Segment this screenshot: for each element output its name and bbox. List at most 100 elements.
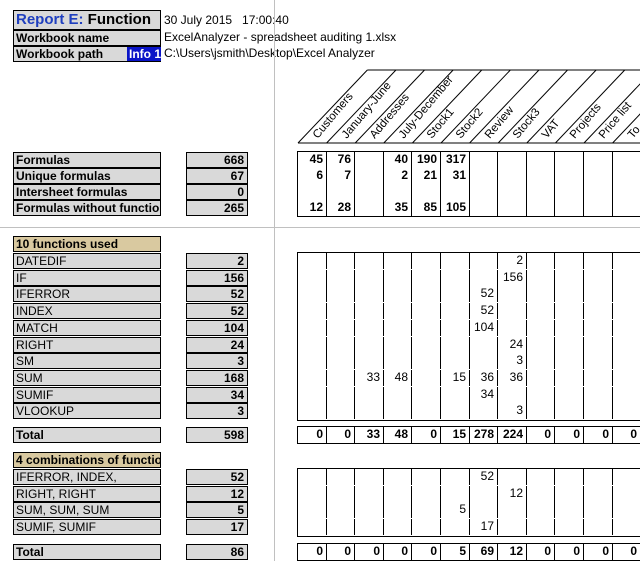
function-row-cell[interactable]: 52: [470, 286, 498, 303]
function-row-cell[interactable]: 34: [470, 386, 498, 403]
function-row-cell[interactable]: [584, 353, 613, 370]
combo-row-cell[interactable]: [384, 519, 412, 536]
function-row-cell[interactable]: [613, 337, 640, 353]
combo-row-cell[interactable]: 5: [441, 502, 470, 519]
functions-total-row-cell[interactable]: 224: [498, 427, 527, 443]
function-row-cell[interactable]: [613, 370, 640, 386]
summary-row-cell[interactable]: 317: [441, 152, 470, 168]
combo-row-cell[interactable]: [441, 469, 470, 485]
function-row-cell[interactable]: [527, 253, 555, 269]
combo-row-cell[interactable]: [498, 519, 527, 536]
combo-row-cell[interactable]: [355, 519, 384, 536]
function-row-cell[interactable]: [470, 336, 498, 353]
summary-row-cell[interactable]: [355, 200, 384, 216]
summary-row-cell[interactable]: 21: [412, 168, 441, 184]
summary-row-cell[interactable]: [527, 200, 555, 216]
function-row-cell[interactable]: [355, 303, 384, 320]
summary-row-cell[interactable]: [613, 168, 640, 184]
summary-row-cell[interactable]: [470, 184, 498, 200]
summary-row-cell[interactable]: [527, 168, 555, 184]
combo-row-cell[interactable]: [555, 519, 584, 536]
summary-row-cell[interactable]: [498, 184, 527, 200]
function-row-cell[interactable]: [412, 386, 441, 403]
function-row-cell[interactable]: 24: [498, 336, 527, 353]
combo-row-cell[interactable]: [470, 485, 498, 502]
combo-row-cell[interactable]: [384, 469, 412, 485]
functions-total-row-cell[interactable]: 0: [584, 427, 613, 443]
combos-total-row-cell[interactable]: 0: [327, 544, 355, 560]
combo-row-cell[interactable]: [298, 485, 327, 502]
function-row-cell[interactable]: [584, 253, 613, 269]
combos-total-row-cell[interactable]: 0: [355, 544, 384, 560]
function-row-cell[interactable]: [441, 319, 470, 336]
summary-row-cell[interactable]: 12: [298, 200, 327, 216]
function-row-cell[interactable]: [613, 286, 640, 302]
function-row-cell[interactable]: [298, 286, 327, 303]
combo-row-cell[interactable]: [355, 502, 384, 519]
combos-total-row-cell[interactable]: 69: [470, 544, 498, 560]
function-row-cell[interactable]: 3: [498, 403, 527, 420]
summary-row-cell[interactable]: [355, 152, 384, 168]
function-row-cell[interactable]: [384, 386, 412, 403]
function-row-cell[interactable]: [298, 319, 327, 336]
function-row-cell[interactable]: [327, 353, 355, 370]
combo-row-cell[interactable]: [498, 502, 527, 519]
function-row-cell[interactable]: [584, 369, 613, 386]
function-row-cell[interactable]: [298, 369, 327, 386]
summary-row-cell[interactable]: 190: [412, 152, 441, 168]
function-row-cell[interactable]: [441, 353, 470, 370]
combo-row-cell[interactable]: [298, 502, 327, 519]
function-row-cell[interactable]: [412, 319, 441, 336]
function-row-cell[interactable]: [613, 320, 640, 336]
summary-row-cell[interactable]: [555, 184, 584, 200]
functions-total-row-cell[interactable]: 0: [527, 427, 555, 443]
combo-row-cell[interactable]: [555, 485, 584, 502]
combo-row-cell[interactable]: [555, 469, 584, 485]
function-row-cell[interactable]: [298, 353, 327, 370]
combo-row-cell[interactable]: [298, 519, 327, 536]
combos-total-row-cell[interactable]: 0: [584, 544, 613, 560]
function-row-cell[interactable]: [412, 269, 441, 286]
function-row-cell[interactable]: [355, 353, 384, 370]
combo-row-cell[interactable]: [613, 469, 640, 485]
summary-row-cell[interactable]: [555, 200, 584, 216]
summary-row-cell[interactable]: [584, 200, 613, 216]
summary-row-cell[interactable]: [498, 168, 527, 184]
functions-total-row-cell[interactable]: 0: [327, 427, 355, 443]
function-row-cell[interactable]: [555, 253, 584, 269]
summary-row-cell[interactable]: [584, 184, 613, 200]
functions-total-row-cell[interactable]: 0: [555, 427, 584, 443]
function-row-cell[interactable]: [384, 403, 412, 420]
function-row-cell[interactable]: 36: [498, 369, 527, 386]
summary-row-cell[interactable]: [527, 152, 555, 168]
summary-row-cell[interactable]: 40: [384, 152, 412, 168]
function-row-cell[interactable]: [355, 253, 384, 269]
combo-row-cell[interactable]: [441, 485, 470, 502]
combo-row-cell[interactable]: [555, 502, 584, 519]
function-row-cell[interactable]: [384, 353, 412, 370]
functions-total-row-cell[interactable]: 15: [441, 427, 470, 443]
function-row-cell[interactable]: [298, 336, 327, 353]
function-row-cell[interactable]: [384, 286, 412, 303]
combo-row-cell[interactable]: [527, 485, 555, 502]
combo-row-cell[interactable]: [384, 502, 412, 519]
function-row-cell[interactable]: [527, 269, 555, 286]
function-row-cell[interactable]: [527, 336, 555, 353]
function-row-cell[interactable]: [384, 253, 412, 269]
function-row-cell[interactable]: 48: [384, 369, 412, 386]
function-row-cell[interactable]: [555, 286, 584, 303]
function-row-cell[interactable]: 33: [355, 369, 384, 386]
combos-total-row-cell[interactable]: 12: [498, 544, 527, 560]
summary-row-cell[interactable]: [298, 184, 327, 200]
function-row-cell[interactable]: [470, 253, 498, 269]
summary-row-cell[interactable]: 7: [327, 168, 355, 184]
function-row-cell[interactable]: [384, 269, 412, 286]
function-row-cell[interactable]: [613, 270, 640, 286]
function-row-cell[interactable]: [412, 403, 441, 420]
function-row-cell[interactable]: [584, 286, 613, 303]
summary-row-cell[interactable]: [384, 184, 412, 200]
combo-row-cell[interactable]: [412, 519, 441, 536]
combo-row-cell[interactable]: [527, 519, 555, 536]
summary-row-cell[interactable]: [327, 184, 355, 200]
function-row-cell[interactable]: [327, 286, 355, 303]
